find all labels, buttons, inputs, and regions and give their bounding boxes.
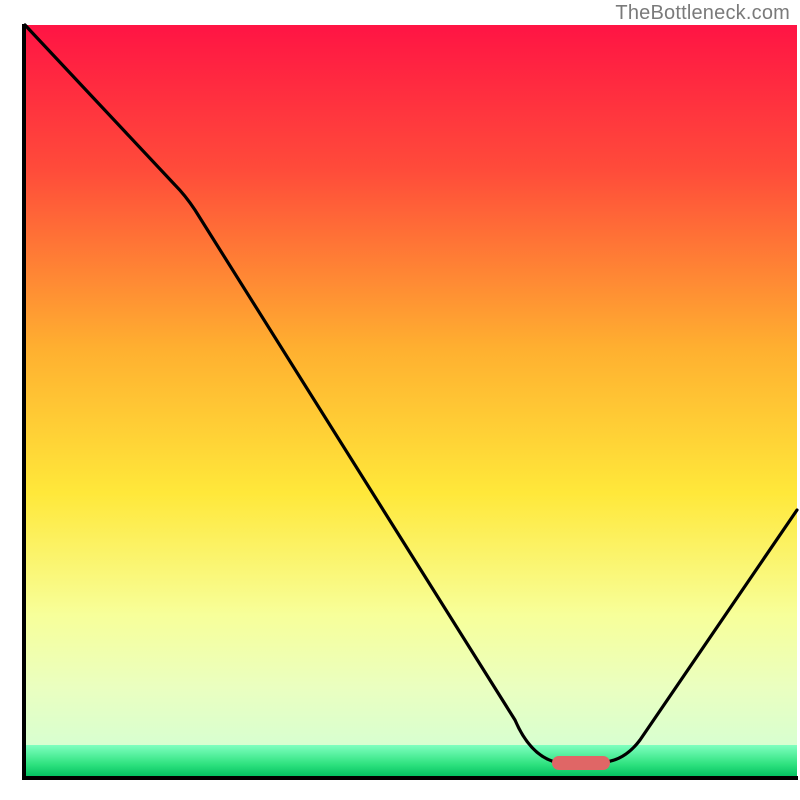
- gradient-background: [25, 25, 797, 745]
- chart-container: TheBottleneck.com: [0, 0, 800, 800]
- optimum-marker: [552, 756, 610, 770]
- green-band: [25, 745, 797, 777]
- watermark-text: TheBottleneck.com: [615, 2, 790, 25]
- plot-area: [25, 25, 797, 777]
- chart-svg: [0, 0, 800, 800]
